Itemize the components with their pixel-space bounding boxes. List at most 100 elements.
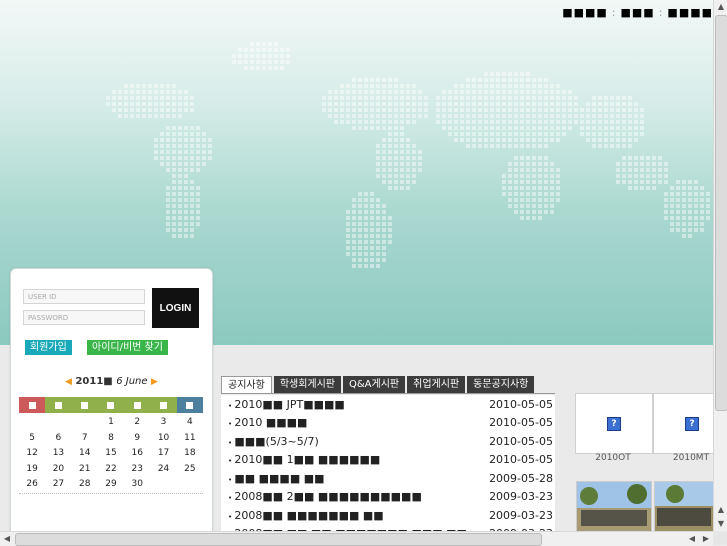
scroll-down-icon[interactable]: ▼ [714,517,727,531]
calendar-day[interactable]: 17 [150,448,176,464]
calendar-week: 1234 [19,417,203,433]
notice-date: 2009-03-23 [489,490,553,504]
top-link-3[interactable]: ■■■■ [667,6,713,19]
calendar-day[interactable]: 11 [177,433,203,449]
notice-title[interactable]: 2010 ■■■■ [228,416,307,429]
notice-date: 2009-03-23 [489,508,553,522]
divider [19,493,203,494]
calendar-day[interactable]: 23 [124,464,150,480]
notice-row[interactable]: ■■■(5/3~5/7) 2010-05-05 [221,432,555,451]
userid-input[interactable]: USER ID [23,289,145,304]
weekday-cell [124,397,151,413]
calendar-day [45,417,71,433]
notice-row[interactable]: 2010■■ JPT■■■■ 2010-05-05 [221,395,555,414]
calendar-day[interactable]: 1 [98,417,124,433]
tab-alumni-notice[interactable]: 동문공지사항 [467,376,535,394]
notice-row[interactable]: 2010 ■■■■ 2010-05-05 [221,414,555,433]
notice-row[interactable]: 2010■■ 1■■ ■■■■■■ 2010-05-05 [221,451,555,470]
gallery-photo-1[interactable] [576,481,652,533]
calendar-header: ◀ 2011■ 6 June ▶ [11,376,212,387]
notice-row[interactable]: 2008■■ 2■■ ■■■■■■■■■■ 2009-03-23 [221,488,555,507]
horizontal-scroll-thumb[interactable] [15,533,542,546]
group-photo-image [655,482,713,532]
scroll-left-icon[interactable]: ◀ [685,532,699,546]
calendar-week: 12 13 14 15 16 17 18 [19,448,203,464]
horizontal-scrollbar[interactable]: ◀ ◀ ▶ [0,531,713,546]
calendar-day[interactable]: 18 [177,448,203,464]
calendar-day[interactable]: 6 [45,433,71,449]
top-link-2[interactable]: ■■■ [621,6,655,19]
notice-row[interactable]: ■■ ■■■■ ■■ 2009-05-28 [221,469,555,488]
calendar-day[interactable]: 15 [98,448,124,464]
calendar-day[interactable]: 10 [150,433,176,449]
calendar-day[interactable]: 19 [19,464,45,480]
gallery-thumb-1[interactable]: ? [575,393,653,454]
notice-title[interactable]: 2010■■ 1■■ ■■■■■■ [228,453,380,466]
calendar-day[interactable]: 12 [19,448,45,464]
calendar-day[interactable]: 9 [124,433,150,449]
divider: : [611,6,617,19]
weekday-header-bar [19,397,203,413]
calendar-week: 19 20 21 22 23 24 25 [19,464,203,480]
scroll-up-icon[interactable]: ▲ [714,503,727,517]
notice-date: 2010-05-05 [489,434,553,448]
broken-image-icon: ? [685,416,699,431]
tab-jobs[interactable]: 취업게시판 [407,376,466,394]
weekday-cell [97,397,125,413]
notice-date: 2010-05-05 [489,453,553,467]
scroll-right-icon[interactable]: ▶ [699,532,713,546]
calendar-day[interactable]: 3 [150,417,176,433]
join-button[interactable]: 회원가입 [25,340,72,355]
calendar-day[interactable]: 8 [98,433,124,449]
password-input[interactable]: PASSWORD [23,310,145,325]
vertical-scrollbar[interactable]: ▲ ▲ ▼ [713,0,727,531]
calendar-grid: 1 2 3 4 5 6 7 8 9 10 11 12 13 14 15 16 17 18 19 20 21 22 23 24 2… [19,417,203,495]
notice-title[interactable]: ■■ ■■■■ ■■ [228,472,324,485]
calendar-day[interactable]: 13 [45,448,71,464]
next-month-icon[interactable]: ▶ [151,377,158,387]
calendar-day[interactable]: 20 [45,464,71,480]
notice-row[interactable]: 2008■■ ■■■■■■■ ■■ 2009-03-23 [221,506,555,525]
tab-qna[interactable]: Q&A게시판 [343,376,406,394]
notice-title[interactable]: 2008■■ ■■■■■■■ ■■ [228,509,383,522]
calendar-day[interactable]: 7 [72,433,98,449]
calendar-day[interactable]: 22 [98,464,124,480]
weekday-marker-icon [107,401,115,409]
login-button[interactable]: LOGIN [152,288,199,328]
calendar-day [19,417,45,433]
vertical-scroll-thumb[interactable] [715,15,727,411]
scroll-up-icon[interactable]: ▲ [714,0,727,14]
gallery-photo-2[interactable] [654,481,714,533]
tab-notice[interactable]: 공지사항 [221,376,272,394]
weekday-cell [19,397,46,413]
calendar-day[interactable]: 14 [72,448,98,464]
notice-date: 2010-05-05 [489,397,553,411]
weekday-marker-icon [81,401,89,409]
find-account-button[interactable]: 아이디/비번 찾기 [87,340,168,355]
calendar-day[interactable]: 24 [150,464,176,480]
scroll-left-icon[interactable]: ◀ [0,532,14,546]
weekday-marker-icon [160,401,168,409]
notice-title[interactable]: ■■■(5/3~5/7) [228,435,318,448]
notice-list: 2010■■ JPT■■■■ 2010-05-05 2010 ■■■■ 2010-05… [221,395,555,535]
weekday-marker-icon [28,401,36,409]
divider [221,393,555,394]
weekday-marker-icon [186,401,194,409]
calendar-day[interactable]: 16 [124,448,150,464]
prev-month-icon[interactable]: ◀ [65,377,72,387]
calendar-day[interactable]: 2 [124,417,150,433]
gallery-label-1[interactable]: 2010OT [575,453,651,463]
top-links: ■■■■ : ■■■ : ■■■■ [562,6,713,19]
calendar-day[interactable]: 25 [177,464,203,480]
calendar-day[interactable]: 4 [177,417,203,433]
weekday-cell [150,397,177,413]
notice-title[interactable]: 2010■■ JPT■■■■ [228,398,344,411]
calendar-week: 5 6 7 8 9 10 11 [19,433,203,449]
calendar-day[interactable]: 21 [72,464,98,480]
board-tabs: 공지사항 학생회게시판 Q&A게시판 취업게시판 동문공지사항 [221,376,535,394]
calendar-day[interactable]: 5 [19,433,45,449]
notice-title[interactable]: 2008■■ 2■■ ■■■■■■■■■■ [228,490,422,503]
tab-student-council[interactable]: 학생회게시판 [273,376,342,394]
weekday-cell [176,397,203,413]
top-link-1[interactable]: ■■■■ [562,6,608,19]
